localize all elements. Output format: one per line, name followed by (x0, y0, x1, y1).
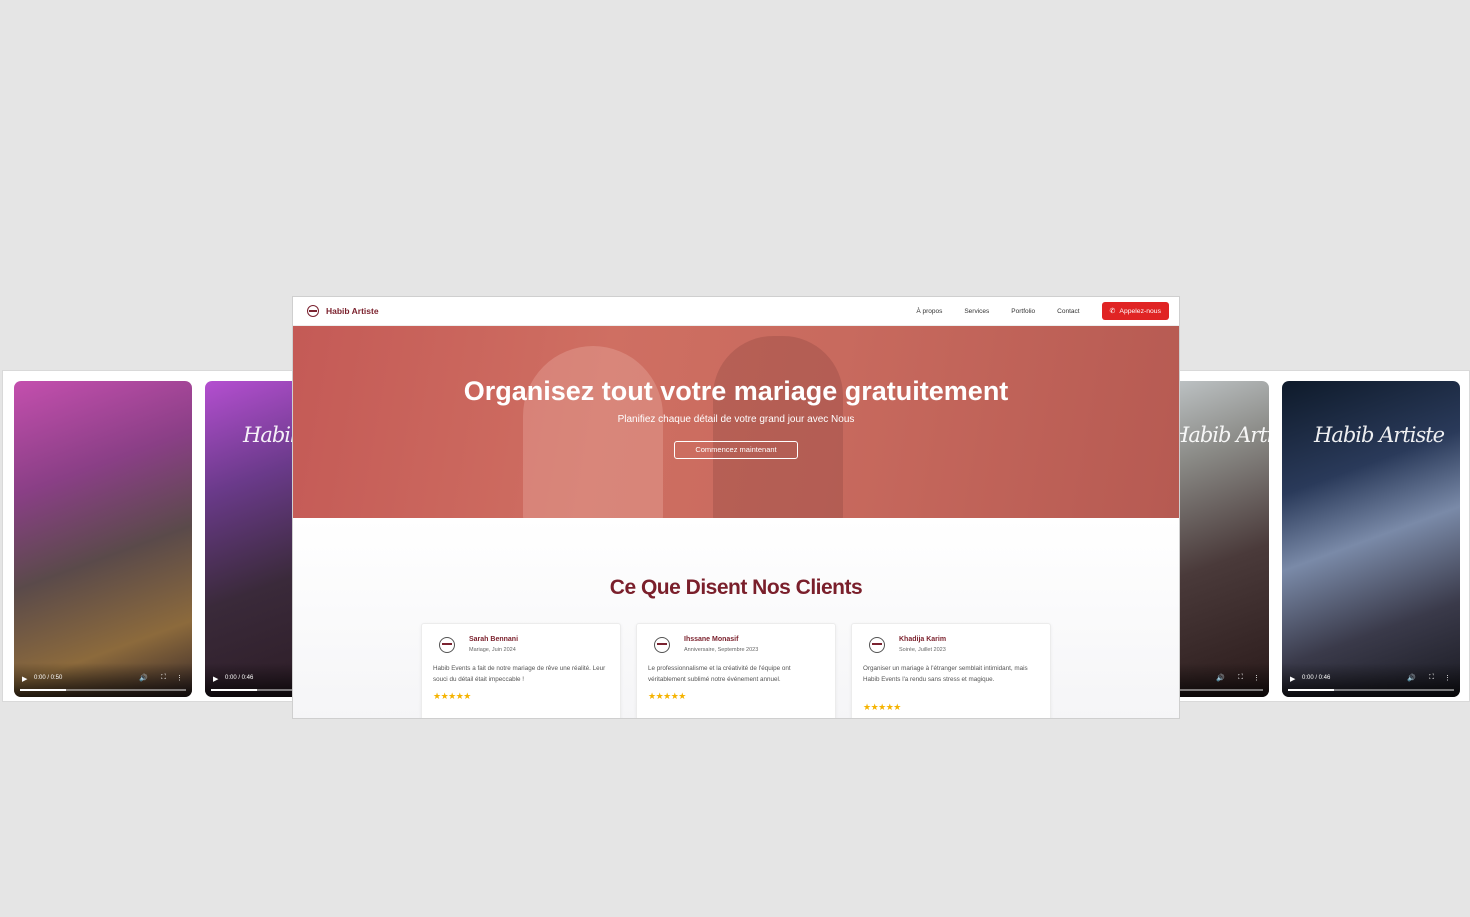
star-rating: ★★★★★ (433, 691, 471, 701)
avatar (869, 637, 885, 653)
testimonial-card: Sarah Bennani Mariage, Juin 2024 Habib E… (421, 623, 621, 718)
brand-name[interactable]: Habib Artiste (326, 306, 379, 316)
video-progress[interactable] (1288, 689, 1454, 691)
video-controls: ▶ 0:00 / 0:46 🔊 ⛶ ⋮ (1282, 663, 1460, 697)
video-signature: Habib Artiste (1171, 423, 1269, 447)
navbar: Habib Artiste À propos Services Portfoli… (293, 297, 1179, 326)
video-controls: ▶ 0:00 / 0:50 🔊 ⛶ ⋮ (14, 663, 192, 697)
start-now-button[interactable]: Commencez maintenant (674, 441, 798, 459)
fullscreen-icon[interactable]: ⛶ (1238, 674, 1243, 682)
nav-link-portfolio[interactable]: Portfolio (1011, 308, 1035, 315)
nav-link-services[interactable]: Services (964, 308, 989, 315)
testimonials-heading: Ce Que Disent Nos Clients (609, 576, 863, 599)
testimonial-text: Organiser un mariage à l'étranger sembla… (863, 665, 1028, 683)
phone-icon: ✆ (1109, 308, 1116, 315)
nav-links: À propos Services Portfolio Contact ✆ Ap… (916, 302, 1169, 320)
fullscreen-icon[interactable]: ⛶ (161, 674, 166, 682)
more-options-icon[interactable]: ⋮ (176, 674, 183, 682)
video-time: 0:00 / 0:46 (225, 675, 254, 681)
star-rating: ★★★★★ (863, 702, 901, 712)
hero-subtitle: Planifiez chaque détail de votre grand j… (617, 414, 855, 425)
client-name: Khadija Karim (899, 636, 947, 643)
testimonial-card: Ihssane Monasif Anniversaire, Septembre … (636, 623, 836, 718)
client-name: Ihssane Monasif (684, 636, 739, 643)
hero-section: Organisez tout votre mariage gratuitemen… (293, 326, 1179, 518)
nav-link-apropos[interactable]: À propos (916, 308, 942, 315)
fullscreen-icon[interactable]: ⛶ (1429, 674, 1434, 682)
volume-icon[interactable]: 🔊 (1407, 674, 1416, 682)
star-rating: ★★★★★ (648, 691, 686, 701)
play-icon[interactable]: ▶ (22, 675, 27, 683)
client-event: Soirée, Juillet 2023 (899, 647, 946, 653)
play-icon[interactable]: ▶ (213, 675, 218, 683)
video-time: 0:00 / 0:50 (34, 675, 63, 681)
play-icon[interactable]: ▶ (1290, 675, 1295, 683)
video-time: 0:00 / 0:46 (1302, 675, 1331, 681)
website-preview: Habib Artiste À propos Services Portfoli… (292, 296, 1180, 719)
hero-bride-silhouette (523, 346, 663, 518)
testimonial-text: Habib Events a fait de notre mariage de … (433, 665, 606, 683)
logo-icon[interactable] (307, 305, 319, 317)
avatar (654, 637, 670, 653)
video-player-1[interactable]: ▶ 0:00 / 0:50 🔊 ⛶ ⋮ (14, 381, 192, 697)
volume-icon[interactable]: 🔊 (139, 674, 148, 682)
testimonial-card: Khadija Karim Soirée, Juillet 2023 Organ… (851, 623, 1051, 718)
client-event: Anniversaire, Septembre 2023 (684, 647, 759, 653)
call-button[interactable]: ✆ Appelez-nous (1101, 302, 1169, 320)
avatar (439, 637, 455, 653)
client-name: Sarah Bennani (469, 636, 519, 643)
video-player-4[interactable]: Habib Artiste ▶ 0:00 / 0:46 🔊 ⛶ ⋮ (1282, 381, 1460, 697)
testimonials-section: Ce Que Disent Nos Clients Sarah Bennani … (293, 518, 1179, 718)
nav-link-contact[interactable]: Contact (1057, 308, 1079, 315)
video-signature: Habib Artiste (1314, 423, 1445, 447)
more-options-icon[interactable]: ⋮ (1253, 674, 1260, 682)
call-button-label: Appelez-nous (1119, 307, 1161, 315)
testimonial-text: Le professionnalisme et la créativité de… (648, 665, 791, 683)
video-progress[interactable] (20, 689, 186, 691)
hero-title: Organisez tout votre mariage gratuitemen… (463, 376, 1009, 406)
client-event: Mariage, Juin 2024 (469, 647, 516, 653)
volume-icon[interactable]: 🔊 (1216, 674, 1225, 682)
hero-groom-silhouette (713, 336, 843, 518)
more-options-icon[interactable]: ⋮ (1444, 674, 1451, 682)
